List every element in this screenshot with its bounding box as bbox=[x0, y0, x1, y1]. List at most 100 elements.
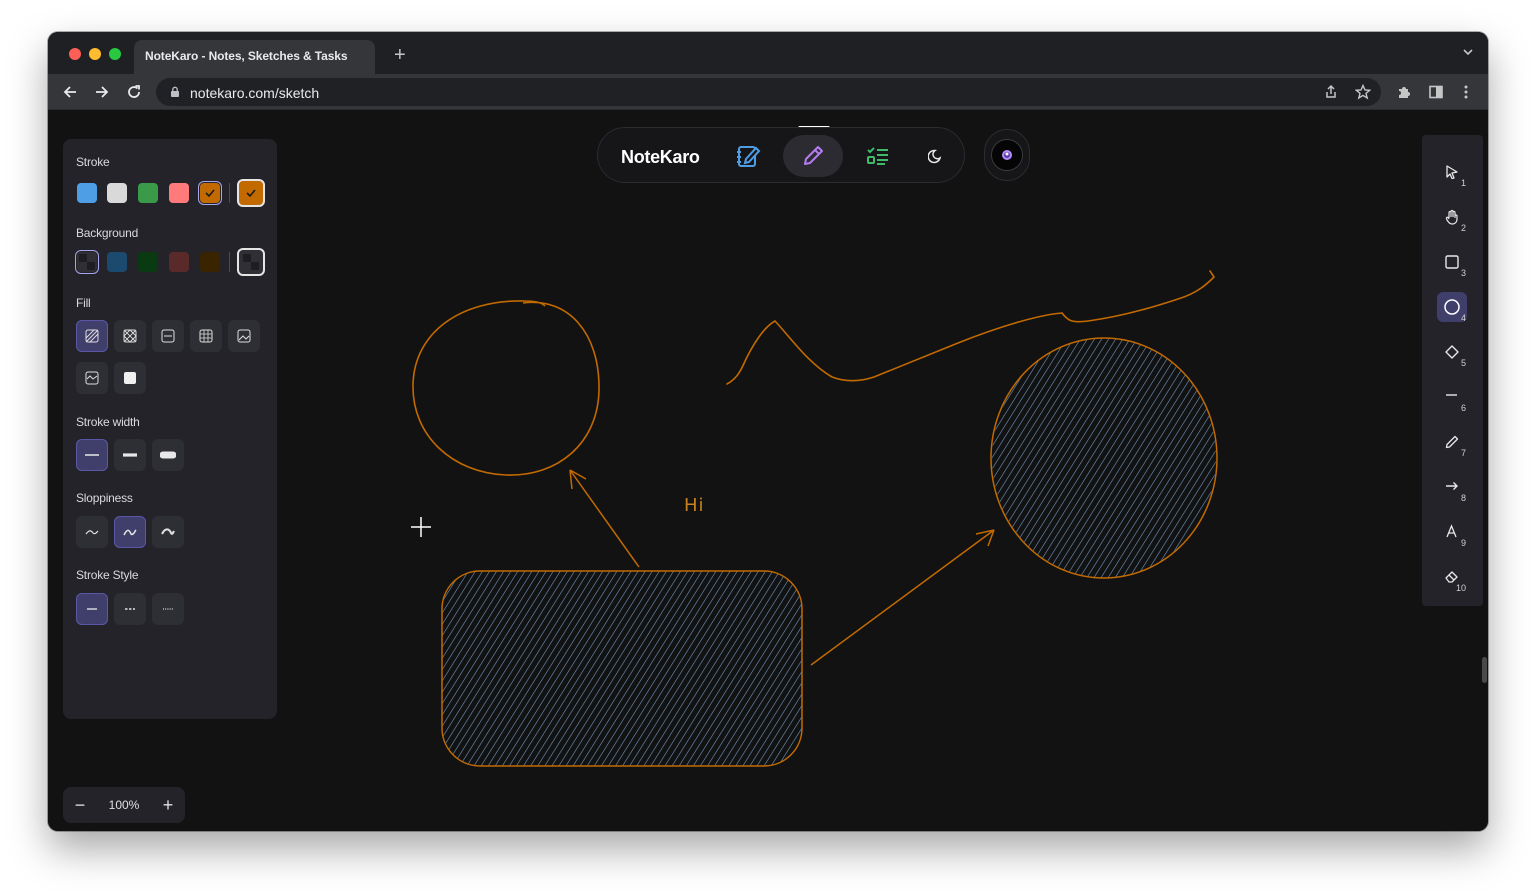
diamond-tool-button[interactable]: 5 bbox=[1437, 337, 1467, 368]
scrollbar-thumb[interactable] bbox=[1482, 657, 1487, 683]
extensions-icon[interactable] bbox=[1394, 82, 1414, 102]
browser-tab[interactable]: NoteKaro - Notes, Sketches & Tasks bbox=[134, 40, 375, 74]
brand-logo[interactable]: NoteKaro bbox=[621, 147, 700, 168]
sketch-hatched-rectangle[interactable] bbox=[441, 570, 803, 767]
app-nav-bar: NoteKaro bbox=[597, 127, 965, 183]
text-tool-button[interactable]: 9 bbox=[1437, 517, 1467, 548]
line-icon bbox=[1446, 394, 1457, 396]
background-color-brown[interactable] bbox=[200, 252, 220, 272]
sketch-hatched-ellipse[interactable] bbox=[990, 337, 1218, 579]
background-color-picker[interactable] bbox=[237, 248, 265, 276]
kebab-menu-icon[interactable] bbox=[1456, 82, 1476, 102]
star-icon[interactable] bbox=[1355, 84, 1371, 100]
fill-cross-hatch-button[interactable] bbox=[114, 320, 146, 352]
minimize-window-button[interactable] bbox=[89, 48, 101, 60]
stroke-color-white[interactable] bbox=[107, 183, 127, 203]
maximize-window-button[interactable] bbox=[109, 48, 121, 60]
shortcut-key: 5 bbox=[1460, 358, 1466, 368]
arrow-icon bbox=[1446, 482, 1458, 490]
stroke-color-picker[interactable] bbox=[237, 179, 265, 207]
sketch-ellipse-outline[interactable] bbox=[412, 300, 600, 476]
ellipse-tool-button[interactable]: 4 bbox=[1437, 292, 1467, 323]
hand-tool-button[interactable]: 2 bbox=[1437, 202, 1467, 233]
stroke-style-solid-button[interactable] bbox=[76, 593, 108, 625]
theme-toggle-button[interactable] bbox=[906, 135, 966, 177]
zoom-level[interactable]: 100% bbox=[97, 798, 151, 812]
stroke-style-dashed-button[interactable] bbox=[114, 593, 146, 625]
pencil-icon bbox=[804, 146, 823, 165]
divider bbox=[229, 252, 230, 272]
profile-menu[interactable] bbox=[984, 129, 1030, 181]
background-label: Background bbox=[76, 226, 139, 240]
shortcut-key: 8 bbox=[1460, 493, 1466, 503]
forward-icon[interactable] bbox=[92, 82, 112, 102]
notes-nav-button[interactable] bbox=[718, 135, 778, 177]
fill-dots-icon bbox=[199, 329, 213, 343]
sidebar-icon[interactable] bbox=[1426, 82, 1446, 102]
address-bar[interactable]: notekaro.com/sketch bbox=[156, 78, 1381, 106]
fill-solid-lines-button[interactable] bbox=[152, 320, 184, 352]
zoom-out-button[interactable]: − bbox=[63, 787, 97, 823]
pencil-icon bbox=[1445, 435, 1459, 449]
sloppiness-architect-button[interactable] bbox=[76, 516, 108, 548]
share-icon[interactable] bbox=[1323, 84, 1339, 100]
fill-solid-button[interactable] bbox=[114, 362, 146, 394]
rectangle-tool-button[interactable]: 3 bbox=[1437, 247, 1467, 278]
sloppiness-cartoonist-button[interactable] bbox=[152, 516, 184, 548]
stroke-color-red[interactable] bbox=[169, 183, 189, 203]
tab-title: NoteKaro - Notes, Sketches & Tasks bbox=[145, 49, 348, 63]
stroke-width-extra-bold-button[interactable] bbox=[152, 439, 184, 471]
close-window-button[interactable] bbox=[69, 48, 81, 60]
fill-hachure-button[interactable] bbox=[76, 320, 108, 352]
lock-icon bbox=[170, 86, 180, 98]
tab-dropdown-icon[interactable] bbox=[1462, 46, 1474, 58]
moon-icon bbox=[928, 149, 942, 164]
hand-icon bbox=[1445, 209, 1458, 225]
zoom-in-button[interactable]: + bbox=[151, 787, 185, 823]
user-avatar-icon[interactable] bbox=[991, 139, 1023, 171]
image-icon bbox=[237, 329, 251, 343]
stroke-width-bold-button[interactable] bbox=[114, 439, 146, 471]
background-color-red[interactable] bbox=[169, 252, 189, 272]
browser-window: NoteKaro - Notes, Sketches & Tasks + not… bbox=[48, 32, 1488, 831]
arrow-tool-button[interactable]: 8 bbox=[1437, 472, 1467, 503]
tools-toolbar: 1 2 3 4 5 6 7 8 9 10 bbox=[1422, 135, 1483, 606]
selection-tool-button[interactable]: 1 bbox=[1437, 157, 1467, 188]
fill-dots-button[interactable] bbox=[190, 320, 222, 352]
reload-icon[interactable] bbox=[124, 82, 144, 102]
sketch-arrow-to-ellipse[interactable] bbox=[569, 469, 640, 568]
check-icon bbox=[246, 189, 256, 198]
line-tool-button[interactable]: 6 bbox=[1437, 382, 1467, 413]
transparent-pattern-icon bbox=[79, 254, 95, 270]
zigzag-icon bbox=[85, 371, 99, 385]
shortcut-key: 4 bbox=[1460, 313, 1466, 323]
draw-tool-button[interactable]: 7 bbox=[1437, 427, 1467, 458]
shortcut-key: 6 bbox=[1460, 403, 1466, 413]
background-color-blue[interactable] bbox=[107, 252, 127, 272]
sketch-arrow-to-hatched-ellipse[interactable] bbox=[810, 529, 995, 666]
back-icon[interactable] bbox=[60, 82, 80, 102]
sketch-canvas[interactable]: Hi Stroke Background Fill Stroke width S… bbox=[48, 111, 1488, 831]
fill-image-button[interactable] bbox=[228, 320, 260, 352]
crosshair-cursor-icon bbox=[411, 517, 431, 537]
sketch-nav-button[interactable] bbox=[783, 135, 843, 177]
cartoonist-icon bbox=[161, 528, 175, 535]
stroke-style-dotted-button[interactable] bbox=[152, 593, 184, 625]
tasks-nav-button[interactable] bbox=[848, 135, 908, 177]
background-color-transparent[interactable] bbox=[77, 252, 97, 272]
pointer-icon bbox=[1446, 165, 1458, 180]
new-tab-button[interactable]: + bbox=[394, 45, 406, 65]
stroke-style-label: Stroke Style bbox=[76, 568, 139, 582]
stroke-color-blue[interactable] bbox=[77, 183, 97, 203]
sloppiness-artist-button[interactable] bbox=[114, 516, 146, 548]
background-color-green[interactable] bbox=[138, 252, 158, 272]
eraser-tool-button[interactable]: 10 bbox=[1437, 562, 1467, 593]
fill-zigzag-button[interactable] bbox=[76, 362, 108, 394]
stroke-width-thin-button[interactable] bbox=[76, 439, 108, 471]
stroke-color-orange[interactable] bbox=[200, 183, 220, 203]
stroke-label: Stroke bbox=[76, 155, 110, 169]
fill-label: Fill bbox=[76, 296, 91, 310]
stroke-color-green[interactable] bbox=[138, 183, 158, 203]
architect-icon bbox=[85, 530, 99, 535]
sketch-text-element[interactable]: Hi bbox=[684, 495, 705, 516]
